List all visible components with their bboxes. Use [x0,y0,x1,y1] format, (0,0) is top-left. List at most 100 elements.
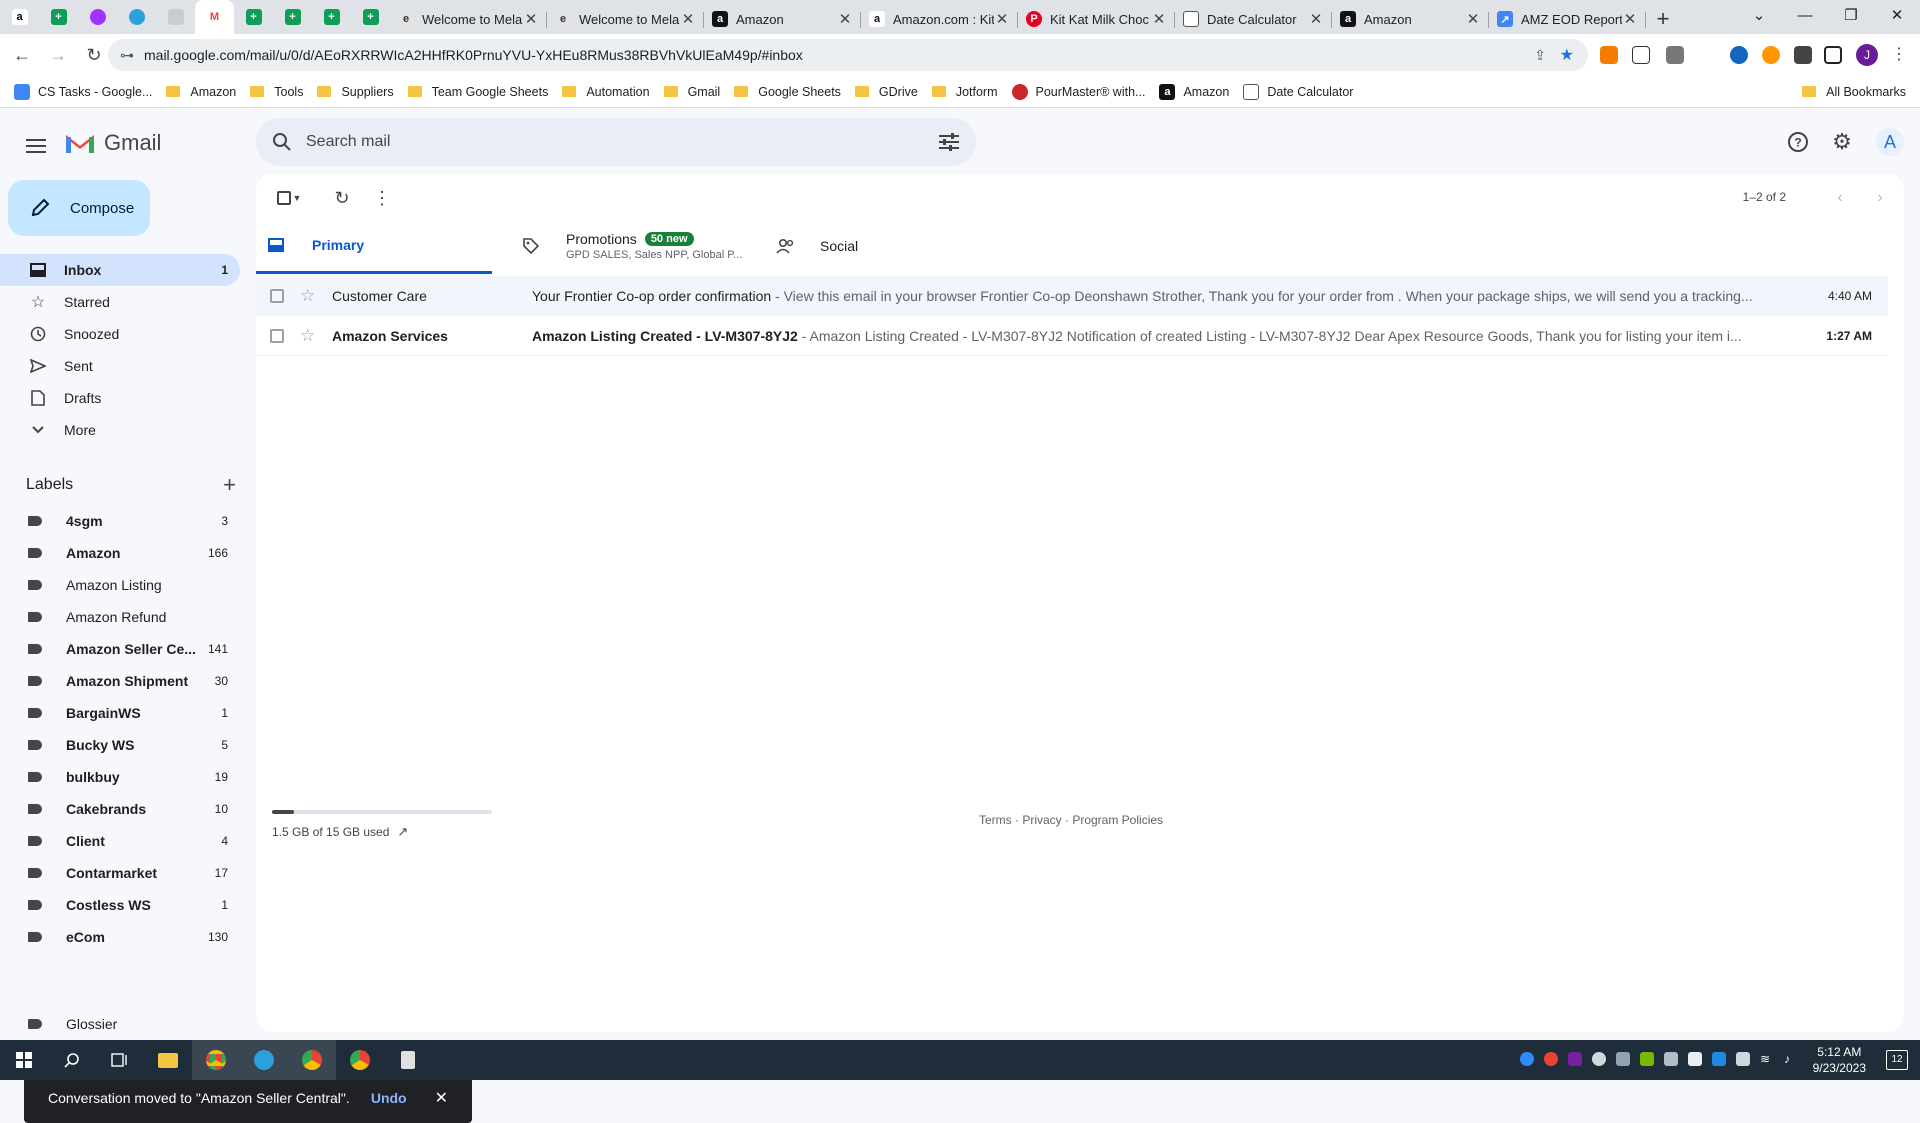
capture-tray-icon[interactable] [1688,1052,1702,1066]
label-item[interactable]: Contarmarket 17 [0,857,240,889]
label-item[interactable]: Amazon 166 [0,537,240,569]
label-item[interactable]: Amazon Shipment 30 [0,665,240,697]
search-icon[interactable] [272,132,292,152]
browser-tab[interactable]: e Welcome to Mela ✕ [390,4,547,34]
chrome-menu-icon[interactable]: ⋮ [1890,46,1908,64]
extension-arrow-icon[interactable] [1698,46,1716,64]
row-checkbox[interactable] [270,328,284,343]
newer-page-icon[interactable]: ‹ [1828,186,1852,210]
label-item[interactable]: Amazon Listing [0,569,240,601]
close-tab-icon[interactable]: ✕ [1308,10,1324,28]
create-label-icon[interactable]: + [223,472,236,498]
tab-promotions[interactable]: Promotions 50 new GPD SALES, Sales NPP, G… [510,218,746,274]
pinned-tab-other[interactable] [156,0,195,34]
app-tray-icon-2[interactable] [1664,1052,1678,1066]
main-menu-icon[interactable] [20,130,52,162]
storage-info[interactable]: 1.5 GB of 15 GB used ↗ [272,824,408,840]
row-checkbox[interactable] [270,288,284,303]
account-avatar[interactable]: A [1876,128,1904,156]
browser-tab[interactable]: e Welcome to Mela ✕ [547,4,704,34]
site-info-icon[interactable]: ⊶ [120,47,134,64]
label-item[interactable]: Amazon Seller Ce... 141 [0,633,240,665]
bookmark-folder[interactable]: Amazon [166,85,236,99]
label-item[interactable]: BargainWS 1 [0,697,240,729]
notification-center-icon[interactable]: 12 [1886,1050,1908,1070]
nav-more[interactable]: More [0,414,240,446]
volume-tray-icon[interactable]: ♪ [1784,1052,1798,1066]
browser-tab[interactable]: ↗ AMZ EOD Report ✕ [1489,4,1646,34]
chrome-taskbar-icon-2[interactable] [336,1040,384,1080]
extension-orange-icon[interactable] [1762,46,1780,64]
pinned-tab-sheets-3[interactable]: + [273,0,312,34]
nvidia-tray-icon[interactable] [1640,1052,1654,1066]
bookmark-item[interactable]: CS Tasks - Google... [14,83,152,100]
label-item[interactable]: eCom 130 [0,921,240,953]
select-dropdown-icon[interactable]: ▼ [290,186,304,210]
nav-inbox[interactable]: Inbox 1 [0,254,240,286]
search-bar[interactable]: Search mail [256,118,976,166]
profile-avatar[interactable]: J [1856,44,1878,66]
bookmark-folder[interactable]: Team Google Sheets [407,85,548,99]
zoom-tray-icon[interactable] [1520,1052,1534,1066]
keyboard-tray-icon[interactable] [1736,1052,1750,1066]
telegram-taskbar-icon[interactable] [240,1040,288,1080]
nav-sent[interactable]: Sent [0,350,240,382]
compose-button[interactable]: Compose [8,180,150,236]
close-tab-icon[interactable]: ✕ [680,10,696,28]
close-tab-icon[interactable]: ✕ [1465,10,1481,28]
pinned-tab-sheets-2[interactable]: + [234,0,273,34]
tab-primary[interactable]: Primary [256,218,492,274]
extension-js-icon[interactable] [1600,46,1618,64]
label-item[interactable]: Client 4 [0,825,240,857]
cloud-tray-icon[interactable] [1592,1052,1606,1066]
wifi-tray-icon[interactable]: ≋ [1760,1052,1774,1066]
extension-rs-icon[interactable] [1632,46,1650,64]
gmail-logo[interactable]: Gmail [64,130,161,156]
nav-snoozed[interactable]: Snoozed [0,318,240,350]
pinned-tab-telegram[interactable] [117,0,156,34]
chrome-profile-taskbar-icon[interactable] [288,1040,336,1080]
bookmark-star-icon[interactable]: ★ [1560,45,1574,65]
star-icon[interactable]: ☆ [300,286,315,306]
extension-blue-icon[interactable] [1730,46,1748,64]
extension-off-icon[interactable] [1666,46,1684,64]
browser-tab[interactable]: a Amazon ✕ [1332,4,1489,34]
close-tab-icon[interactable]: ✕ [1622,10,1638,28]
nav-drafts[interactable]: Drafts [0,382,240,414]
all-bookmarks[interactable]: All Bookmarks [1802,85,1906,99]
settings-gear-icon[interactable]: ⚙ [1828,128,1856,156]
label-item[interactable]: Cakebrands 10 [0,793,240,825]
search-options-icon[interactable] [938,133,960,151]
maximize-button[interactable]: ❐ [1828,0,1874,30]
chrome-taskbar-icon[interactable] [192,1040,240,1080]
more-options-icon[interactable]: ⋮ [370,186,394,210]
back-icon[interactable]: ← [8,41,36,69]
bluetooth-tray-icon[interactable] [1712,1052,1726,1066]
older-page-icon[interactable]: › [1868,186,1892,210]
bookmark-folder[interactable]: GDrive [854,85,918,99]
bookmark-item[interactable]: a Amazon [1159,83,1229,100]
undo-button[interactable]: Undo [371,1090,407,1106]
bookmark-folder[interactable]: Suppliers [317,85,394,99]
close-tab-icon[interactable]: ✕ [523,10,539,28]
windows-start-icon[interactable] [0,1040,48,1080]
pen-tray-icon[interactable] [1568,1052,1582,1066]
chrome-tray-icon[interactable] [1544,1052,1558,1066]
close-tab-icon[interactable]: ✕ [994,10,1010,28]
bookmark-item[interactable]: Date Calculator [1243,83,1353,100]
bookmark-folder[interactable]: Tools [250,85,303,99]
browser-tab[interactable]: a Amazon ✕ [704,4,861,34]
pinned-tab-sheets-5[interactable]: + [351,0,390,34]
close-tab-icon[interactable]: ✕ [837,10,853,28]
calculator-taskbar-icon[interactable] [384,1040,432,1080]
help-icon[interactable]: ? [1784,128,1812,156]
browser-tab[interactable]: P Kit Kat Milk Choc ✕ [1018,4,1175,34]
new-tab-button[interactable]: + [1646,4,1680,34]
nav-starred[interactable]: ☆ Starred [0,286,240,318]
star-icon[interactable]: ☆ [300,326,315,346]
close-icon[interactable]: ✕ [435,1088,448,1108]
search-icon[interactable] [48,1040,96,1080]
tab-social[interactable]: Social [764,218,1000,274]
label-item[interactable]: Costless WS 1 [0,889,240,921]
tab-search-icon[interactable]: ⌄ [1736,0,1782,30]
